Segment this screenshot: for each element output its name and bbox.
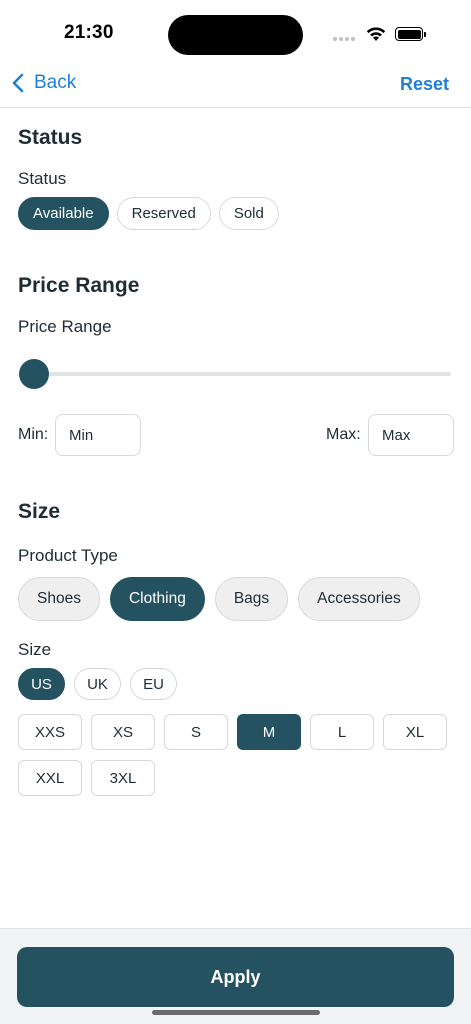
size-section-title: Size	[18, 500, 61, 523]
battery-icon	[395, 27, 426, 41]
price-range-label: Price Range	[18, 317, 112, 336]
apply-button[interactable]: Apply	[17, 947, 454, 1007]
product-type-accessories[interactable]: Accessories	[298, 577, 420, 621]
status-chip-sold[interactable]: Sold	[218, 197, 279, 230]
status-time: 21:30	[64, 22, 114, 43]
size-option-s[interactable]: S	[164, 714, 228, 750]
price-section-title: Price Range	[18, 274, 140, 297]
chevron-left-icon	[12, 73, 24, 93]
size-option-xxs[interactable]: XXS	[18, 714, 82, 750]
price-slider-thumb[interactable]	[19, 359, 49, 389]
price-slider-track[interactable]	[24, 372, 451, 376]
status-options: Available Reserved Sold	[18, 197, 279, 230]
status-chip-available[interactable]: Available	[18, 197, 109, 230]
status-bar: 21:30	[0, 0, 471, 66]
size-system-uk[interactable]: UK	[74, 668, 121, 700]
size-option-m[interactable]: M	[237, 714, 301, 750]
size-system-us[interactable]: US	[18, 668, 65, 700]
dynamic-island	[168, 15, 303, 55]
size-option-3xl[interactable]: 3XL	[91, 760, 155, 796]
size-option-xl[interactable]: XL	[383, 714, 447, 750]
back-label: Back	[34, 72, 77, 93]
size-system-options: US UK EU	[18, 668, 177, 700]
max-price-input[interactable]	[368, 414, 454, 456]
cellular-signal-icon	[333, 37, 357, 43]
status-section-title: Status	[18, 126, 83, 149]
product-type-clothing[interactable]: Clothing	[109, 577, 205, 621]
navigation-bar: Back Reset	[0, 62, 471, 108]
back-button[interactable]: Back	[12, 72, 76, 94]
status-chip-reserved[interactable]: Reserved	[116, 197, 211, 230]
size-option-xxl[interactable]: XXL	[18, 760, 82, 796]
min-label: Min:	[18, 426, 49, 443]
product-type-bags[interactable]: Bags	[214, 577, 289, 621]
reset-button[interactable]: Reset	[400, 74, 449, 95]
size-option-xs[interactable]: XS	[91, 714, 155, 750]
wifi-icon	[366, 27, 386, 41]
min-price-input[interactable]	[55, 414, 141, 456]
status-label: Status	[18, 169, 67, 188]
size-label: Size	[18, 640, 52, 659]
size-grid: XXS XS S M L XL XXL 3XL	[18, 714, 458, 796]
product-type-options: Shoes Clothing Bags Accessories	[18, 577, 420, 621]
product-type-shoes[interactable]: Shoes	[18, 577, 100, 621]
home-indicator	[152, 1010, 320, 1015]
size-system-eu[interactable]: EU	[130, 668, 177, 700]
max-label: Max:	[326, 426, 361, 443]
product-type-label: Product Type	[18, 546, 118, 565]
size-option-l[interactable]: L	[310, 714, 374, 750]
